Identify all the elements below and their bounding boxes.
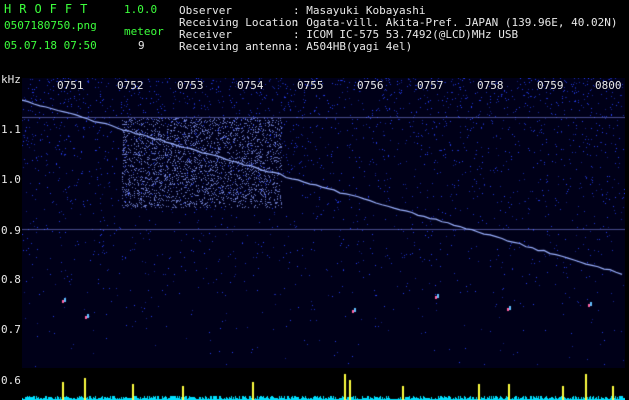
info-value-antenna: : A504HB(yagi 4el) (293, 40, 413, 53)
file-name: 0507180750.png (4, 19, 97, 32)
time-label-0758: 0758 (477, 79, 504, 92)
time-label-0800: 0800 (595, 79, 622, 92)
time-label-0755: 0755 (297, 79, 324, 92)
time-label-0754: 0754 (237, 79, 264, 92)
time-label-0759: 0759 (537, 79, 564, 92)
time-label-0756: 0756 (357, 79, 384, 92)
y-label-0-7: 0.7 (1, 323, 21, 336)
spectrogram-canvas (22, 78, 625, 368)
y-label-1-1: 1.1 (1, 123, 21, 136)
time-label-0751: 0751 (57, 79, 84, 92)
y-label-0-6: 0.6 (1, 374, 21, 387)
time-label-0757: 0757 (417, 79, 444, 92)
app-brand: HROFFT (4, 2, 96, 16)
app-version: 1.0.0 (124, 3, 158, 16)
meteor-label: meteor (124, 25, 164, 38)
time-label-0752: 0752 (117, 79, 144, 92)
y-axis-unit: kHz (1, 73, 21, 86)
time-label-0753: 0753 (177, 79, 204, 92)
date-time: 05.07.18 07:50 (4, 39, 97, 52)
info-label-antenna: Receiving antenna (179, 40, 292, 53)
y-label-0-8: 0.8 (1, 273, 21, 286)
y-label-0-9: 0.9 (1, 224, 21, 237)
signal-level-canvas (22, 368, 625, 400)
y-label-1-0: 1.0 (1, 173, 21, 186)
meteor-count: 9 (138, 39, 145, 52)
